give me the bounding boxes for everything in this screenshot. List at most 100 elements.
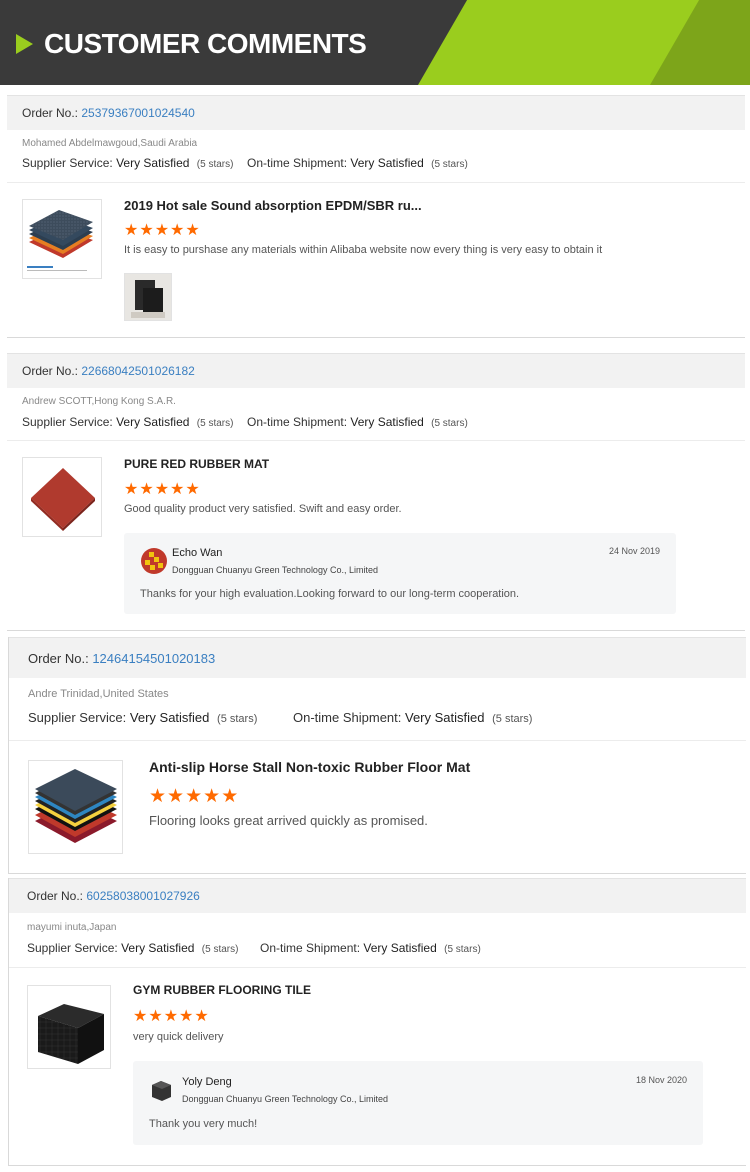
product-title-link[interactable]: 2019 Hot sale Sound absorption EPDM/SBR … [124,198,422,213]
ontime-shipment-label: On-time Shipment: [260,941,361,955]
supplier-reply: Yoly Deng Dongguan Chuanyu Green Technol… [133,1061,703,1145]
avatar [149,1077,175,1103]
review-card: Order No.: 25379367001024540 Mohamed Abd… [7,95,745,338]
star-icon: ★ [139,481,155,498]
star-icon: ★ [124,222,140,239]
play-arrow-icon [16,34,33,54]
star-icon: ★ [133,1008,149,1025]
supplier-service-label: Supplier Service: [28,710,127,725]
order-label: Order No.: 22668042501026182 [22,364,195,378]
black-gym-tile-image [28,986,110,1068]
product-thumbnail[interactable] [22,457,102,537]
avatar [141,548,167,574]
order-prefix: Order No.: [22,106,79,120]
ontime-shipment-label: On-time Shipment: [247,415,348,429]
supplier-service-label: Supplier Service: [22,156,113,170]
star-icon: ★ [179,1008,195,1025]
supplier-service-value: Very Satisfied [116,415,190,429]
supplier-service-label: Supplier Service: [27,941,118,955]
star-rating: ★★★★★ [124,479,201,499]
supplier-service-stars: (5 stars) [217,713,258,725]
star-icon: ★ [203,786,222,807]
star-rating: ★★★★★ [149,785,239,808]
ontime-shipment-value: Very Satisfied [350,156,424,170]
ontime-shipment-label: On-time Shipment: [247,156,348,170]
star-icon: ★ [149,786,168,807]
divider [9,740,746,741]
divider [9,967,746,968]
product-title-link[interactable]: GYM RUBBER FLOORING TILE [133,983,311,997]
buyer-name: mayumi inuta,Japan [27,922,117,933]
supplier-service-value: Very Satisfied [129,710,210,725]
ontime-shipment-stars: (5 stars) [431,159,468,170]
supplier-service-stars: (5 stars) [196,159,234,170]
ontime-shipment-rating: On-time Shipment: Very Satisfied (5 star… [260,941,481,955]
order-label: Order No.: 25379367001024540 [22,106,195,120]
review-comment: Flooring looks great arrived quickly as … [149,813,428,828]
supplier-reply: Echo Wan Dongguan Chuanyu Green Technolo… [124,533,676,614]
product-title-link[interactable]: Anti-slip Horse Stall Non-toxic Rubber F… [149,759,470,775]
review-comment: Good quality product very satisfied. Swi… [124,503,402,515]
star-rating: ★★★★★ [124,220,201,240]
supplier-service-rating: Supplier Service: Very Satisfied (5 star… [22,156,233,170]
star-icon: ★ [185,481,201,498]
review-card: Order No.: 22668042501026182 Andrew SCOT… [7,353,745,631]
star-icon: ★ [124,481,140,498]
order-bar: Order No.: 25379367001024540 [7,95,745,130]
star-icon: ★ [139,222,155,239]
order-number-link[interactable]: 25379367001024540 [81,106,194,120]
review-comment: It is easy to purshase any materials wit… [124,244,603,256]
star-icon: ★ [154,222,171,239]
order-number-link[interactable]: 60258038001027926 [86,889,199,903]
reply-author: Echo Wan [172,547,223,559]
supplier-service-value: Very Satisfied [121,941,195,955]
buyer-name: Andre Trinidad,United States [28,688,169,700]
reply-date: 18 Nov 2020 [635,1075,687,1085]
order-prefix: Order No.: [27,889,84,903]
order-bar: Order No.: 22668042501026182 [7,353,745,388]
rubber-mat-stack-image [23,200,101,278]
product-thumbnail[interactable] [22,199,102,279]
ontime-shipment-rating: On-time Shipment: Very Satisfied (5 star… [247,415,468,429]
order-bar: Order No.: 60258038001027926 [9,878,746,913]
order-number-link[interactable]: 12464154501020183 [92,651,215,666]
ontime-shipment-stars: (5 stars) [444,944,481,955]
order-prefix: Order No.: [22,364,79,378]
page-title: CUSTOMER COMMENTS [44,28,367,59]
star-icon: ★ [148,1008,164,1025]
product-thumbnail[interactable] [27,985,111,1069]
star-icon: ★ [185,222,201,239]
product-title-link[interactable]: PURE RED RUBBER MAT [124,457,269,471]
order-label: Order No.: 60258038001027926 [27,889,200,903]
supplier-service-rating: Supplier Service: Very Satisfied (5 star… [28,710,257,725]
ontime-shipment-value: Very Satisfied [363,941,437,955]
order-number-link[interactable]: 22668042501026182 [81,364,194,378]
ontime-shipment-value: Very Satisfied [350,415,424,429]
order-bar: Order No.: 12464154501020183 [9,637,746,678]
star-icon: ★ [170,222,186,239]
review-comment: very quick delivery [133,1031,224,1043]
buyer-name: Mohamed Abdelmawgoud,Saudi Arabia [22,138,198,149]
reply-date: 24 Nov 2019 [608,546,660,556]
reply-text: Thank you very much! [149,1118,258,1130]
reply-company: Dongguan Chuanyu Green Technology Co., L… [182,1094,388,1104]
ontime-shipment-stars: (5 stars) [492,713,533,725]
star-icon: ★ [185,786,204,807]
star-icon: ★ [221,786,240,807]
colorful-mat-stack-image [29,761,122,853]
ontime-shipment-label: On-time Shipment: [293,710,402,725]
reply-author: Yoly Deng [182,1076,232,1088]
page-banner: CUSTOMER COMMENTS [0,0,750,85]
red-rubber-mat-image [23,458,101,536]
ontime-shipment-stars: (5 stars) [431,418,468,429]
review-photo[interactable] [124,273,172,321]
supplier-service-value: Very Satisfied [116,156,190,170]
star-rating: ★★★★★ [133,1006,210,1026]
star-icon: ★ [154,481,171,498]
order-prefix: Order No.: [28,651,89,666]
divider [7,440,745,441]
product-thumbnail[interactable] [28,760,123,854]
ontime-shipment-value: Very Satisfied [405,710,485,725]
supplier-service-rating: Supplier Service: Very Satisfied (5 star… [27,941,238,955]
order-label: Order No.: 12464154501020183 [28,651,215,666]
